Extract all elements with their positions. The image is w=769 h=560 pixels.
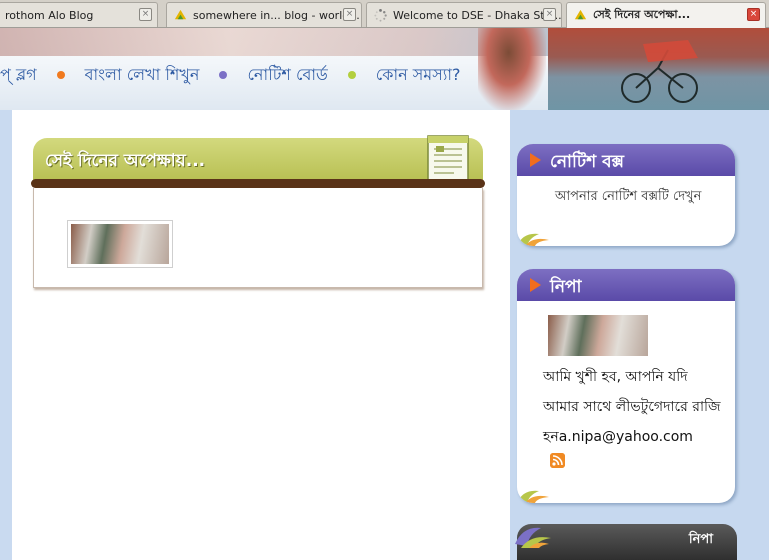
post-header: সেই দিনের অপেক্ষায়... (33, 138, 483, 182)
bicycle-icon (621, 40, 698, 103)
tab-somewhere-in-blog[interactable]: somewhere in... blog - world... × (166, 2, 362, 27)
profile-title: নিপা (550, 277, 582, 297)
bottom-widget-title: নিপা (688, 532, 713, 547)
notepad-icon (427, 135, 469, 181)
left-gutter (0, 110, 12, 560)
notice-box-title: নোটিশ বক্স (550, 152, 625, 172)
tab-close-icon[interactable]: × (543, 8, 556, 21)
header-photo-cycle (548, 28, 769, 110)
tab-close-icon[interactable]: × (139, 8, 152, 21)
post-title[interactable]: সেই দিনের অপেক্ষায়... (45, 148, 205, 176)
post-header-bar (31, 179, 485, 188)
rss-feed-icon[interactable] (550, 453, 565, 468)
nav-separator-dot (219, 71, 228, 79)
leaf-decoration-icon (517, 233, 549, 246)
tab-close-icon[interactable]: × (343, 8, 356, 21)
profile-bio-line: হনa.nipa@yahoo.com (543, 429, 693, 445)
nav-item-notice-board[interactable]: নোটিশ বোর্ড (247, 62, 327, 89)
tab-title: rothom Alo Blog (5, 8, 94, 22)
nav-item-learn-bangla[interactable]: বাংলা লেখা শিখুন (85, 62, 200, 89)
tab-prothom-alo-blog[interactable]: rothom Alo Blog × (0, 2, 158, 27)
main-nav: প্‌ ব্লগ বাংলা লেখা শিখুন নোটিশ বোর্ড কো… (0, 64, 461, 86)
bottom-profile-widget: নিপা (515, 524, 737, 560)
notice-box-header: নোটিশ বক্স (517, 144, 735, 176)
profile-avatar[interactable] (548, 315, 648, 356)
post-image-content (71, 224, 169, 264)
header-photo-child (478, 28, 546, 110)
notice-box-link[interactable]: আপনার নোটিশ বক্সটি দেখুন (555, 187, 701, 208)
tab-title: Welcome to DSE - Dhaka Sto... (393, 8, 561, 22)
leaf-decoration-icon (517, 490, 549, 503)
tab-close-icon[interactable]: × (747, 8, 760, 21)
nav-separator-dot (347, 71, 356, 79)
site-header-banner: প্‌ ব্লগ বাংলা লেখা শিখুন নোটিশ বোর্ড কো… (0, 28, 769, 110)
tab-title: সেই দিনের অপেক্ষা... (593, 8, 691, 21)
loading-spinner-icon (374, 8, 387, 22)
profile-widget: নিপা আমি খুশী হব, আপনি যদি আমার সাথে লীভ… (517, 269, 735, 503)
tab-dse[interactable]: Welcome to DSE - Dhaka Sto... × (366, 2, 562, 27)
browser-tab-bar: rothom Alo Blog × somewhere in... blog -… (0, 0, 769, 28)
site-favicon-icon (574, 9, 587, 20)
profile-bio-line: আমার সাথে লীভটুগেদারে রাজি (543, 399, 721, 415)
post-image[interactable] (67, 220, 173, 268)
post-body (33, 188, 483, 288)
profile-bio-line: আমি খুশী হব, আপনি যদি (543, 369, 688, 385)
notice-box-widget: নোটিশ বক্স আপনার নোটিশ বক্সটি দেখুন (517, 144, 735, 246)
arrow-right-icon (530, 278, 541, 292)
nav-item-blog[interactable]: প্‌ ব্লগ (0, 62, 37, 89)
arrow-right-icon (530, 153, 541, 167)
tab-active-post[interactable]: সেই দিনের অপেক্ষা... × (566, 2, 766, 28)
post-panel: সেই দিনের অপেক্ষায়... (31, 135, 485, 290)
profile-header: নিপা (517, 269, 735, 301)
tab-title: somewhere in... blog - world... (193, 8, 360, 22)
nav-item-help[interactable]: কোন সমস্যা? (376, 62, 461, 89)
site-favicon-icon (174, 9, 187, 19)
nav-separator-dot (56, 71, 65, 79)
